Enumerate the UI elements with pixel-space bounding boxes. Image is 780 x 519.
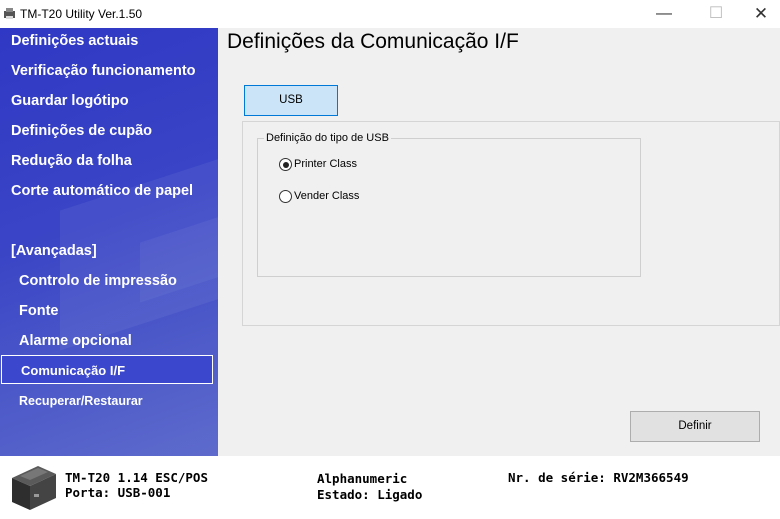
sidebar-item-print-control[interactable]: Controlo de impressão bbox=[19, 273, 177, 289]
printer-model: TM-T20 1.14 ESC/POS bbox=[65, 470, 208, 485]
tab-usb[interactable]: USB bbox=[244, 85, 338, 116]
sidebar-item-auto-cut[interactable]: Corte automático de papel bbox=[11, 183, 193, 199]
printer-port: Porta: USB-001 bbox=[65, 485, 171, 500]
sidebar-item-backup-restore[interactable]: Recuperar/Restaurar bbox=[19, 394, 143, 408]
radio-printer-class[interactable] bbox=[279, 158, 292, 171]
radio-vender-class[interactable] bbox=[279, 190, 292, 203]
radio-printer-class-label[interactable]: Printer Class bbox=[294, 158, 357, 170]
sidebar-item-store-logo[interactable]: Guardar logótipo bbox=[11, 93, 129, 109]
sidebar: Definições actuais Verificação funcionam… bbox=[0, 28, 218, 456]
printer-state: Estado: Ligado bbox=[317, 487, 423, 502]
maximize-button[interactable]: ☐ bbox=[693, 0, 739, 28]
radio-vender-class-label[interactable]: Vender Class bbox=[294, 190, 359, 202]
receipt-printer-icon bbox=[12, 466, 56, 510]
radio-selected-dot bbox=[282, 161, 289, 168]
sidebar-item-label: Comunicação I/F bbox=[21, 363, 126, 378]
minimize-button[interactable]: — bbox=[641, 0, 687, 28]
sidebar-section-advanced: [Avançadas] bbox=[11, 243, 97, 259]
sidebar-item-receipt-settings[interactable]: Definições de cupão bbox=[11, 123, 152, 139]
sidebar-item-communication-if[interactable]: Comunicação I/F bbox=[1, 355, 213, 384]
serial-number: Nr. de série: RV2M366549 bbox=[508, 470, 689, 485]
sidebar-item-current-settings[interactable]: Definições actuais bbox=[11, 33, 138, 49]
title-bar: TM-T20 Utility Ver.1.50 — ☐ ✕ bbox=[0, 0, 780, 28]
sidebar-item-paper-reduction[interactable]: Redução da folha bbox=[11, 153, 132, 169]
sidebar-item-font[interactable]: Fonte bbox=[19, 303, 58, 319]
close-button[interactable]: ✕ bbox=[738, 0, 780, 28]
font-mode: Alphanumeric bbox=[317, 471, 408, 486]
set-button[interactable]: Definir bbox=[630, 411, 760, 442]
sidebar-item-optional-buzzer[interactable]: Alarme opcional bbox=[19, 333, 132, 349]
page-title: Definições da Comunicação I/F bbox=[227, 30, 519, 53]
sidebar-item-operation-check[interactable]: Verificação funcionamento bbox=[11, 63, 196, 79]
usb-type-group-label: Definição do tipo de USB bbox=[264, 132, 391, 144]
window-title: TM-T20 Utility Ver.1.50 bbox=[20, 7, 143, 21]
printer-icon bbox=[4, 8, 15, 19]
